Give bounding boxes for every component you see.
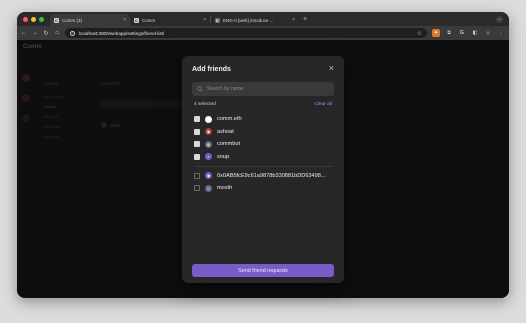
search-input[interactable] xyxy=(207,86,327,92)
user-row-selected[interactable]: ◍ commbot xyxy=(194,138,334,151)
google-icon[interactable]: G xyxy=(458,29,466,37)
plus-icon[interactable]: + xyxy=(303,16,307,23)
tab-title: ENG-0 [web] introduce ... xyxy=(223,17,274,23)
user-name: 0x0AB5fcE9c61a9878b330881bDD63498... xyxy=(217,172,326,179)
avatar: ☺ xyxy=(205,184,212,192)
maximize-window-button[interactable] xyxy=(39,16,44,22)
checkbox-checked[interactable] xyxy=(194,116,200,123)
browser-tab-1[interactable]: C Comm (3) × xyxy=(50,14,130,26)
checkbox-checked[interactable] xyxy=(194,153,200,160)
window-controls xyxy=(23,16,44,22)
user-name: commbot xyxy=(217,141,241,148)
user-name: ashoat xyxy=(217,128,234,135)
user-name: comm.eth xyxy=(217,116,242,123)
close-tab-icon[interactable]: × xyxy=(292,17,295,23)
home-icon[interactable]: ⌂ xyxy=(54,30,60,36)
avatar: ◍ xyxy=(205,140,212,148)
avatar: ◐ xyxy=(205,153,212,161)
user-row-selected[interactable]: comm.eth xyxy=(194,113,334,126)
browser-tab-2[interactable]: C Comm × xyxy=(130,14,210,26)
reload-icon[interactable]: ↻ xyxy=(43,30,49,37)
clear-all-button[interactable]: Clear all xyxy=(314,102,332,107)
search-field[interactable] xyxy=(192,82,334,96)
extension-icon[interactable]: ✦ xyxy=(432,29,440,37)
browser-tab-3[interactable]: E ENG-0 [web] introduce ... × xyxy=(211,14,299,26)
user-row-selected[interactable]: ◐ soup xyxy=(194,151,334,164)
eng-favicon-icon: E xyxy=(215,17,220,23)
comm-favicon-icon: C xyxy=(134,17,139,23)
user-name: mosth xyxy=(217,185,233,192)
close-window-button[interactable] xyxy=(23,16,28,22)
checkbox-unchecked[interactable] xyxy=(194,172,200,179)
avatar xyxy=(205,115,212,123)
user-row-unselected[interactable]: ☺ mosth xyxy=(194,182,334,195)
user-row-unselected[interactable]: ◆ 0x0AB5fcE9c61a9878b330881bDD63498... xyxy=(194,170,334,183)
tab-strip: C Comm (3) × C Comm × E ENG-0 [web] intr… xyxy=(17,12,509,26)
selected-count: 4 selected xyxy=(194,102,216,107)
checkbox-checked[interactable] xyxy=(194,128,200,135)
selection-summary: 4 selected Clear all xyxy=(194,102,332,107)
user-row-selected[interactable]: ◉ ashoat xyxy=(194,126,334,139)
address-bar[interactable]: i localhost:3000/webapp/settings/friend-… xyxy=(65,28,427,38)
close-tab-icon[interactable]: × xyxy=(203,17,206,23)
modal-title: Add friends xyxy=(192,66,231,73)
more-menu-icon[interactable]: ⋮ xyxy=(497,29,505,37)
back-arrow-icon[interactable]: ← xyxy=(21,30,27,36)
avatar: ◉ xyxy=(205,128,212,136)
avatar: ◆ xyxy=(205,172,212,180)
user-name: soup xyxy=(217,153,230,160)
tab-title: Comm (3) xyxy=(62,17,82,23)
bookmark-star-icon[interactable]: ☆ xyxy=(417,30,422,37)
url-text: localhost:3000/webapp/settings/friend-li… xyxy=(79,30,165,36)
checkbox-unchecked[interactable] xyxy=(194,185,200,192)
site-info-icon[interactable]: i xyxy=(70,30,75,36)
profile-icon[interactable]: ☺ xyxy=(484,29,492,37)
sidebar-icon[interactable]: ◧ xyxy=(471,29,479,37)
tab-search-icon[interactable]: ⌄ xyxy=(496,15,503,23)
comm-favicon-icon: C xyxy=(54,17,59,23)
checkbox-checked[interactable] xyxy=(194,141,200,148)
minimize-window-button[interactable] xyxy=(31,16,36,22)
forward-arrow-icon[interactable]: → xyxy=(32,30,38,36)
tab-title: Comm xyxy=(142,17,156,23)
search-icon xyxy=(197,86,203,92)
add-friends-modal: Add friends × 4 selected Clear all comm.… xyxy=(182,56,344,283)
user-list: comm.eth ◉ ashoat ◍ commbot ◐ soup ◆ 0x0… xyxy=(194,113,334,195)
browser-toolbar: ← → ↻ ⌂ i localhost:3000/webapp/settings… xyxy=(17,26,509,40)
list-divider xyxy=(194,166,334,167)
close-tab-icon[interactable]: × xyxy=(123,17,126,23)
extensions-puzzle-icon[interactable]: ⧉ xyxy=(445,29,453,37)
send-friend-requests-button[interactable]: Send friend requests xyxy=(192,264,334,277)
close-icon[interactable]: × xyxy=(329,64,334,73)
